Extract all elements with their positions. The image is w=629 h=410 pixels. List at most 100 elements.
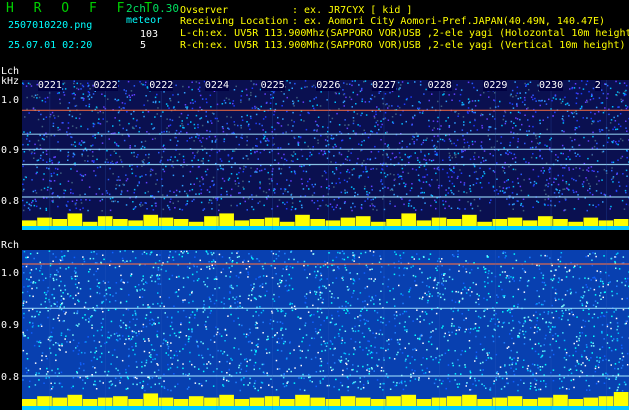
time-tick-label-8: 0229 [483,80,508,91]
echo-bar-20 [325,220,341,226]
echo-bar-12 [204,216,219,226]
echo-bar-35 [553,219,568,226]
meteor-label: meteor [126,15,163,26]
rch-description: R-ch:ex. UV5R 113.900Mhz(SAPPORO VOR)USB… [180,40,626,51]
location-label: Receiving Location [180,16,289,27]
echo-bar-34 [537,216,553,226]
filename-label: 2507010220.png [8,20,93,31]
echo-bar-35 [553,394,568,406]
echo-bar-5 [97,397,113,406]
time-tick-label-2: 0222 [149,80,174,91]
echo-bar-31 [492,219,508,226]
echo-bar-26 [416,220,432,226]
lch-description: L-ch:ex. UV5R 113.900Mhz(SAPPORO VOR)USB… [180,28,629,39]
rch-spectrogram-svg [22,250,629,410]
echo-bar-39 [613,392,629,406]
time-tick-label-4: 0225 [260,80,285,91]
echo-bar-21 [340,396,356,406]
echo-bar-36 [568,399,583,406]
echo-bar-2 [52,397,68,406]
echo-bar-38 [598,396,614,406]
echo-bar-23 [371,399,386,406]
meteor-count-lch: 103 [140,29,159,40]
echo-bar-6 [113,219,128,226]
echo-bar-28 [446,396,462,406]
echo-bar-37 [583,217,599,226]
rch-ytick-3: 0.8 [1,372,20,383]
echo-bar-12 [204,397,219,406]
lch-ytick-3: 0.8 [1,196,20,207]
echo-bar-0 [22,399,37,406]
echo-bar-19 [310,219,325,226]
baseline-strip [22,406,629,410]
time-tick-label-0: 0221 [37,80,62,91]
echo-bar-7 [128,220,143,226]
echo-bar-8 [143,214,159,226]
echo-bar-11 [188,221,204,226]
lch-spectrogram [22,80,629,230]
echo-bar-36 [568,221,583,226]
noise-background [22,80,629,230]
echo-bar-31 [492,397,508,406]
lch-unit-label: kHz [1,76,20,87]
time-tick-label-6: 0227 [371,80,397,91]
echo-bar-10 [173,219,189,226]
echo-bar-32 [507,217,523,226]
echo-bar-8 [143,393,159,406]
echo-bar-17 [279,221,295,226]
echo-bar-14 [234,399,250,406]
echo-bar-14 [234,220,250,226]
echo-bar-4 [82,399,98,406]
echo-bar-32 [507,396,523,406]
echo-bar-3 [67,213,83,226]
location-value: : ex. Aomori City Aomori-Pref.JAPAN(40.4… [292,16,606,27]
echo-bar-33 [522,220,538,226]
echo-bar-33 [522,399,538,406]
echo-bar-29 [462,394,477,406]
time-tick-label-10: 2 [594,80,601,91]
echo-bar-10 [173,399,189,406]
rch-ytick-2: 0.9 [1,320,20,331]
echo-bar-21 [340,217,356,226]
baseline-strip [22,226,629,230]
echo-bar-30 [477,399,492,406]
echo-bar-28 [446,219,462,226]
echo-bar-6 [113,396,128,406]
time-tick-label-5: 0226 [316,80,341,91]
echo-bar-2 [52,219,68,226]
echo-bar-11 [188,396,204,406]
echo-bar-23 [371,221,386,226]
lch-spectrogram-svg [22,80,629,230]
lch-ytick-1: 1.0 [1,95,20,106]
echo-bar-13 [219,213,234,226]
echo-bar-20 [325,399,341,406]
rch-channel-label: Rch [1,240,20,251]
lch-ytick-2: 0.9 [1,145,20,156]
echo-bar-39 [613,219,629,226]
echo-bar-24 [386,396,401,406]
echo-bar-34 [537,397,553,406]
echo-bar-30 [477,221,492,226]
echo-bar-18 [295,214,310,226]
echo-bar-19 [310,397,325,406]
echo-bar-13 [219,394,234,406]
time-tick-label-7: 0228 [427,80,452,91]
echo-bar-15 [249,219,265,226]
echo-bar-27 [431,217,447,226]
echo-bar-22 [355,216,371,226]
echo-bar-22 [355,397,371,406]
echo-bar-27 [431,397,447,406]
time-tick-label-9: 0230 [539,80,564,91]
echo-bar-15 [249,397,265,406]
echo-bar-37 [583,397,599,406]
echo-bar-9 [158,397,174,406]
rch-spectrogram [22,250,629,410]
noise-background [22,250,629,410]
hroft-window: H R O F F T 2ch 0.30 2507010220.png 25.0… [0,0,629,410]
echo-bar-3 [67,394,83,406]
observer-value: : ex. JR7CYX [ kid ] [292,5,413,16]
echo-bar-16 [264,217,280,226]
echo-bar-17 [279,399,295,406]
time-tick-label-3: 0224 [204,80,229,91]
echo-bar-38 [598,220,614,226]
